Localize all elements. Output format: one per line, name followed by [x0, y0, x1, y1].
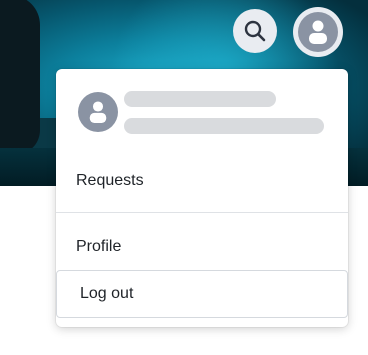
page: Requests Profile Log out: [0, 0, 368, 355]
search-icon: [244, 20, 266, 42]
menu-avatar: [78, 92, 118, 132]
user-email-placeholder: [124, 118, 324, 134]
menu-item-log-out[interactable]: Log out: [56, 270, 348, 318]
menu-item-requests[interactable]: Requests: [56, 159, 348, 203]
account-dropdown-menu: Requests Profile Log out: [56, 69, 348, 327]
menu-item-label: Profile: [76, 238, 122, 255]
account-avatar-button[interactable]: [293, 7, 343, 57]
user-icon: [89, 101, 107, 123]
search-button[interactable]: [233, 9, 277, 53]
account-summary: [56, 69, 348, 155]
avatar: [298, 12, 338, 52]
hero-person-silhouette: [0, 0, 40, 155]
menu-divider: [56, 212, 348, 213]
menu-item-profile[interactable]: Profile: [56, 225, 348, 269]
menu-item-label: Log out: [80, 285, 134, 302]
user-icon: [309, 20, 327, 44]
menu-item-label: Requests: [76, 172, 144, 189]
user-name-placeholder: [124, 91, 276, 107]
